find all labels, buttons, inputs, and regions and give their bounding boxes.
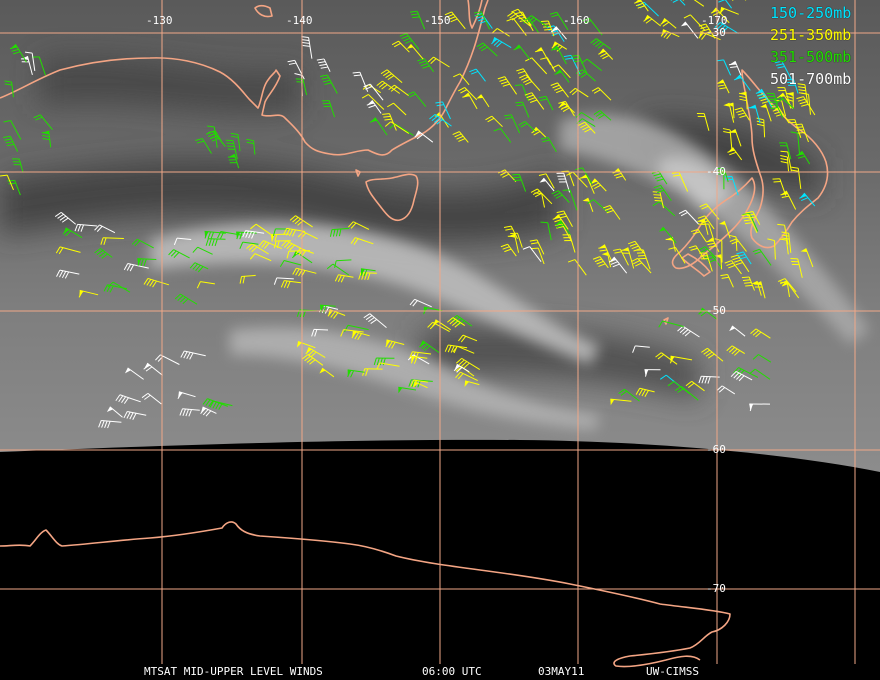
footer-time: 06:00 UTC — [422, 665, 482, 678]
lat-label: -60 — [706, 443, 726, 456]
map-canvas — [0, 0, 880, 680]
footer-date: 03MAY11 — [538, 665, 585, 678]
lat-label: -30 — [706, 26, 726, 39]
legend-item-150-250: 150-250mb — [770, 4, 852, 22]
legend-item-351-500: 351-500mb — [770, 48, 852, 66]
lon-label: -160 — [563, 14, 590, 27]
wind-map: -130 -140 -150 -160 -170 -30 -40 -50 -60… — [0, 0, 880, 680]
lat-label: -40 — [706, 165, 726, 178]
lat-label: -70 — [706, 582, 726, 595]
lon-label: -130 — [146, 14, 173, 27]
legend-item-251-350: 251-350mb — [770, 26, 852, 44]
lon-label: -140 — [286, 14, 313, 27]
lat-label: -50 — [706, 304, 726, 317]
legend-item-501-700: 501-700mb — [770, 70, 852, 88]
lon-label: -150 — [424, 14, 451, 27]
footer-bar: MTSAT MID-UPPER LEVEL WINDS 06:00 UTC 03… — [0, 664, 880, 680]
footer-source: UW-CIMSS — [646, 665, 699, 678]
footer-title: MTSAT MID-UPPER LEVEL WINDS — [144, 665, 323, 678]
